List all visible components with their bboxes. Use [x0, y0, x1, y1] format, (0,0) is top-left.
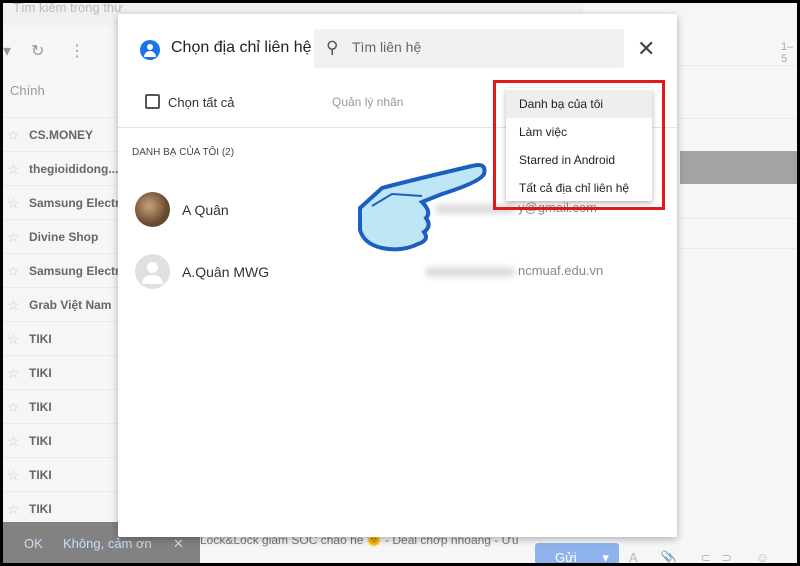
- ok-button[interactable]: OK: [24, 536, 43, 551]
- star-icon[interactable]: ☆: [7, 390, 20, 423]
- contact-name: A Quân: [182, 202, 229, 218]
- email-row[interactable]: ☆ Divine Shop: [3, 219, 121, 253]
- avatar: [135, 192, 170, 227]
- star-icon[interactable]: ☆: [7, 322, 20, 355]
- close-icon[interactable]: ✕: [637, 36, 655, 62]
- star-icon[interactable]: ☆: [7, 424, 20, 457]
- star-icon[interactable]: ☆: [7, 118, 20, 151]
- search-icon: ⚲: [326, 38, 339, 57]
- star-icon[interactable]: ☆: [7, 288, 20, 321]
- tab-primary[interactable]: Chính: [10, 83, 45, 98]
- email-row[interactable]: ☆ TIKI: [3, 389, 121, 423]
- star-icon[interactable]: ☆: [7, 254, 20, 287]
- email-row[interactable]: ☆ Samsung Electro: [3, 253, 121, 287]
- contact-name: A.Quân MWG: [182, 264, 270, 280]
- close-icon[interactable]: ✕: [173, 536, 184, 552]
- pointing-hand-icon: [358, 163, 487, 252]
- sender: thegioididong....: [29, 162, 121, 176]
- section-heading: DANH BẠ CỦA TÔI (2): [132, 147, 235, 158]
- sender: Divine Shop: [29, 230, 99, 244]
- sender: Grab Việt Nam: [29, 298, 112, 312]
- star-icon[interactable]: ☆: [7, 186, 20, 219]
- email-row[interactable]: ☆ Grab Việt Nam: [3, 287, 121, 321]
- contacts-icon: [140, 40, 160, 60]
- avatar: [135, 254, 170, 289]
- contact-email: ncmuaf.edu.vn: [518, 263, 604, 278]
- sender: TIKI: [29, 366, 52, 380]
- select-dropdown-icon[interactable]: ▾: [3, 41, 11, 61]
- star-icon[interactable]: ☆: [7, 356, 20, 389]
- email-row[interactable]: ☆ TIKI: [3, 321, 121, 355]
- star-icon[interactable]: ☆: [7, 458, 20, 491]
- search-box[interactable]: ⚲: [314, 29, 624, 68]
- manage-labels-button[interactable]: Quản lý nhãn: [332, 95, 403, 109]
- more-icon[interactable]: ⋮: [69, 41, 85, 61]
- refresh-icon[interactable]: ↻: [31, 41, 44, 61]
- contact-row[interactable]: A.Quân MWG ncmuaf.edu.vn: [135, 254, 655, 294]
- pager: 1–5: [781, 41, 794, 65]
- star-icon[interactable]: ☆: [7, 220, 20, 253]
- sender: Samsung Electro: [29, 264, 121, 278]
- sender: Samsung Electro: [29, 196, 121, 210]
- email-row[interactable]: ☆ TIKI: [3, 491, 121, 525]
- compose-toolbar-icons[interactable]: A 📎 ⊂⊃ ☺ ▲ ▣: [629, 550, 797, 563]
- sender: CS.MONEY: [29, 128, 94, 142]
- email-row[interactable]: ☆ CS.MONEY: [3, 117, 121, 151]
- send-label: Gửi: [555, 550, 577, 563]
- email-row[interactable]: ☆ TIKI: [3, 457, 121, 491]
- email-row[interactable]: ☆ Samsung Electro: [3, 185, 121, 219]
- sender: TIKI: [29, 502, 52, 516]
- email-row[interactable]: ☆ thegioididong....: [3, 151, 121, 185]
- email-row[interactable]: ☆ TIKI: [3, 423, 121, 457]
- select-all-label[interactable]: Chọn tất cả: [168, 95, 235, 110]
- star-icon[interactable]: ☆: [7, 152, 20, 185]
- sender: TIKI: [29, 400, 52, 414]
- search-input[interactable]: [352, 39, 612, 55]
- sender: TIKI: [29, 468, 52, 482]
- highlight-box: [493, 80, 665, 210]
- sender: TIKI: [29, 332, 52, 346]
- select-all-checkbox[interactable]: [145, 94, 160, 109]
- dialog-title: Chọn địa chỉ liên hệ: [171, 39, 312, 56]
- selected-row: [680, 151, 797, 184]
- star-icon[interactable]: ☆: [7, 492, 20, 525]
- email-row[interactable]: ☆ TIKI: [3, 355, 121, 389]
- sender: TIKI: [29, 434, 52, 448]
- no-thanks-button[interactable]: Không, cảm ơn: [63, 536, 152, 551]
- send-button[interactable]: Gửi ▾: [535, 543, 619, 563]
